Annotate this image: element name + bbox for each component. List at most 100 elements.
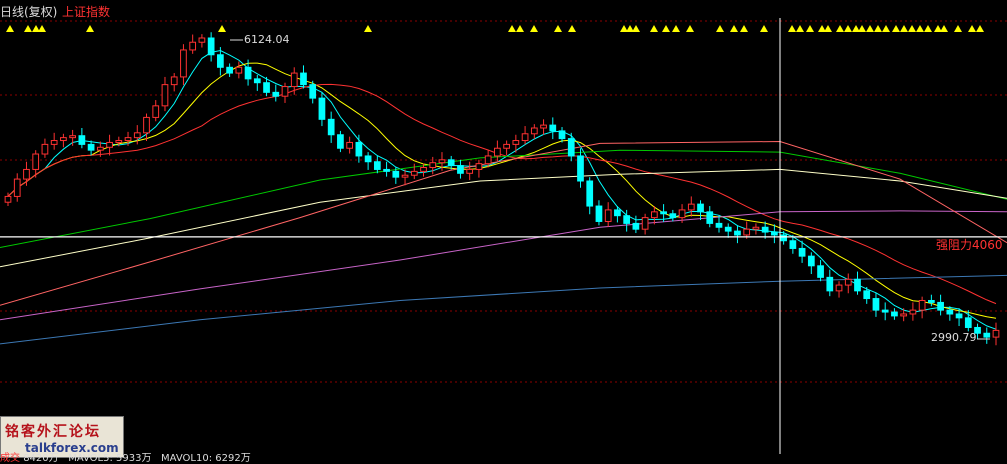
candlesticks	[4, 32, 1000, 346]
candle-up	[143, 116, 150, 134]
watermark-logo: 铭客外汇论坛 talkforex.com	[0, 416, 124, 458]
candle-down	[623, 215, 631, 224]
signal-triangle	[6, 25, 14, 32]
candle-down	[826, 276, 834, 292]
candle-up	[844, 278, 852, 286]
candle-up	[152, 105, 160, 118]
volume-label: 成交	[0, 453, 20, 464]
signal-triangle	[508, 25, 516, 32]
signal-triangle	[924, 25, 932, 32]
signal-markers	[6, 25, 984, 32]
candle-down	[964, 317, 972, 328]
signal-triangle	[976, 25, 984, 32]
signal-triangle	[516, 25, 524, 32]
candle-up	[124, 137, 132, 142]
candle-up	[41, 143, 49, 155]
ma250-line	[0, 210, 1007, 321]
index-name[interactable]: 上证指数	[62, 3, 110, 20]
candle-down	[392, 170, 400, 178]
candle-down	[567, 138, 575, 157]
candle-up	[687, 203, 695, 211]
mavol10-value: MAVOL10: 6292万	[161, 453, 251, 464]
candle-down	[771, 231, 778, 236]
signal-triangle	[824, 25, 832, 32]
candle-up	[530, 127, 538, 135]
signal-triangle	[900, 25, 908, 32]
candle-down	[928, 299, 935, 303]
candle-up	[180, 49, 187, 78]
candle-up	[429, 162, 437, 169]
candle-up	[909, 309, 917, 315]
candle-up	[992, 329, 1000, 338]
candle-down	[207, 37, 215, 56]
signal-triangle	[740, 25, 748, 32]
period-label[interactable]: 日线(复权)	[0, 3, 57, 20]
candle-up	[32, 153, 40, 170]
candle-up	[106, 141, 113, 148]
candle-up	[235, 66, 243, 74]
candle-down	[955, 313, 963, 319]
signal-triangle	[760, 25, 768, 32]
candle-up	[189, 41, 197, 51]
signal-triangle	[662, 25, 670, 32]
candle-up	[438, 159, 446, 164]
candle-up	[503, 143, 510, 149]
candle-down	[660, 211, 667, 215]
candle-up	[743, 228, 751, 236]
candle-down	[87, 143, 95, 151]
candle-down	[983, 332, 991, 338]
candle-down	[697, 203, 704, 213]
candle-up	[641, 217, 649, 230]
candle-up	[918, 299, 926, 311]
signal-triangle	[892, 25, 900, 32]
candle-up	[13, 178, 21, 197]
price-chart[interactable]	[0, 0, 1007, 463]
candle-down	[253, 78, 261, 84]
candle-up	[60, 137, 67, 142]
signal-triangle	[844, 25, 852, 32]
candle-down	[383, 168, 390, 172]
signal-triangle	[568, 25, 576, 32]
candle-up	[512, 140, 520, 145]
candle-down	[318, 97, 326, 120]
signal-triangle	[916, 25, 924, 32]
candle-up	[161, 84, 169, 107]
signal-triangle	[940, 25, 948, 32]
signal-triangle	[866, 25, 874, 32]
candle-up	[4, 195, 12, 203]
candle-down	[300, 72, 307, 86]
candle-down	[244, 66, 252, 80]
candle-down	[881, 309, 889, 313]
candle-up	[115, 140, 123, 143]
signal-triangle	[968, 25, 976, 32]
signal-triangle	[908, 25, 916, 32]
candle-down	[272, 91, 280, 97]
signal-triangle	[788, 25, 796, 32]
signal-triangle	[730, 25, 738, 32]
candle-down	[817, 265, 824, 278]
candle-down	[327, 118, 335, 136]
candle-up	[50, 140, 58, 145]
candle-up	[96, 146, 104, 151]
candle-down	[780, 234, 787, 242]
signal-triangle	[796, 25, 804, 32]
candle-up	[281, 86, 289, 97]
candle-down	[364, 155, 372, 163]
candle-up	[650, 211, 658, 219]
candle-down	[586, 180, 594, 207]
candle-down	[309, 84, 317, 99]
candle-down	[798, 247, 806, 257]
watermark-chinese: 铭客外汇论坛	[5, 424, 101, 440]
candle-down	[457, 165, 464, 174]
candle-down	[807, 255, 815, 267]
signal-triangle	[882, 25, 890, 32]
signal-triangle	[38, 25, 46, 32]
candle-up	[678, 209, 686, 219]
signal-triangle	[364, 25, 372, 32]
signal-triangle	[874, 25, 882, 32]
candle-down	[724, 226, 732, 232]
signal-triangle	[530, 25, 538, 32]
volume-value: 8420万	[23, 453, 59, 464]
candle-up	[484, 155, 492, 165]
signal-triangle	[632, 25, 640, 32]
